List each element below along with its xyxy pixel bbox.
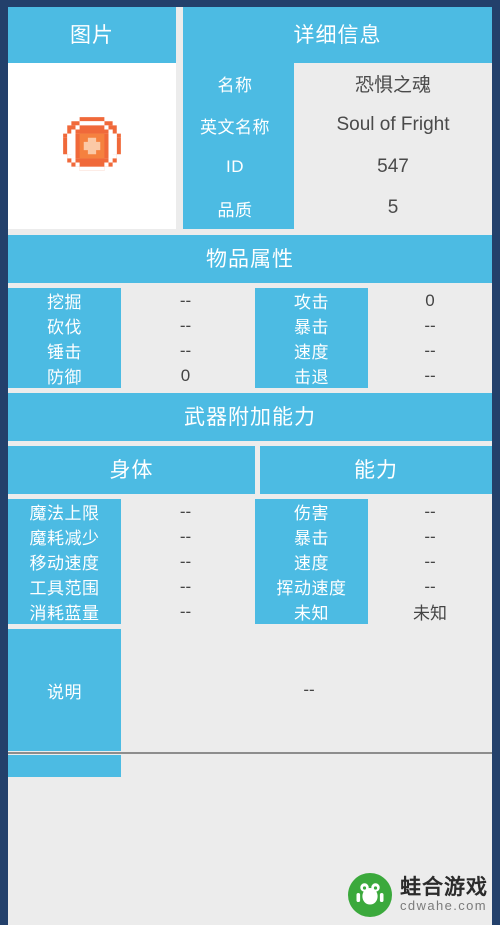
ability-label: 挥动速度 [276,579,347,598]
image-panel: 图片 [8,7,176,229]
next-section-row [8,755,492,777]
next-section-label [8,755,121,777]
attr-value: -- [179,290,192,310]
attr-label: 防御 [47,368,82,387]
detail-value: 恐惧之魂 [354,75,431,97]
frog-glyph [356,883,384,905]
description-row: 说明 -- [8,629,492,751]
attr-value: -- [424,340,436,360]
description-label: 说明 [8,629,121,751]
attr-left-label-column: 挖掘 砍伐 锤击 防御 [8,288,121,388]
watermark-text: 蛙合游戏 cdwahe.com [400,877,488,913]
image-panel-header: 图片 [8,7,176,63]
detail-label-column: 名称 英文名称 ID 品质 [183,63,287,229]
ability-left-label-column: 魔法上限 魔耗减少 移动速度 工具范围 消耗蓝量 [8,499,121,624]
ability-right-label-column: 伤害 暴击 速度 挥动速度 未知 [255,499,368,624]
attr-value: -- [424,315,436,335]
description-value: -- [126,629,492,751]
ability-subheader-body: 身体 [8,446,255,494]
detail-value-column: 恐惧之魂 Soul of Fright 547 5 [294,63,492,229]
detail-label: 品质 [217,200,253,220]
ability-value: -- [424,551,436,571]
detail-rows: 名称 英文名称 ID 品质 恐惧之魂 Soul of Fright 547 5 [183,63,492,229]
attr-right-label-column: 攻击 暴击 速度 击退 [255,288,368,388]
attr-value: -- [424,365,436,385]
detail-value: 5 [387,197,399,219]
watermark: 蛙合游戏 cdwahe.com [348,873,488,917]
item-detail-page: 图片 详细信息 名称 英文名称 ID 品质 恐惧之魂 Soul of Frigh… [8,7,492,925]
attr-right-value-column: 0 -- -- -- [368,288,492,388]
item-image-box [8,63,176,229]
attr-label: 暴击 [294,318,329,337]
attr-label: 攻击 [294,293,329,312]
weapon-ability-table: 魔法上限 魔耗减少 移动速度 工具范围 消耗蓝量 -- -- -- -- -- … [8,499,492,624]
attr-label: 砍伐 [47,318,82,337]
weapon-ability-header: 武器附加能力 [8,393,492,441]
attr-label: 击退 [294,368,329,387]
ability-label: 伤害 [294,504,329,523]
watermark-title: 蛙合游戏 [400,876,488,900]
attr-label: 挖掘 [47,293,82,312]
attr-value: -- [179,315,192,335]
detail-panel: 详细信息 名称 英文名称 ID 品质 恐惧之魂 Soul of Fright 5… [183,7,492,229]
ability-value: -- [179,601,192,621]
attr-value: 0 [180,365,191,385]
ability-value: 未知 [413,604,447,623]
ability-value: -- [424,501,436,521]
detail-value: 547 [377,155,409,177]
ability-value: -- [424,526,436,546]
ability-label: 未知 [294,604,329,623]
ability-label: 消耗蓝量 [29,604,100,623]
attr-label: 锤击 [47,343,82,362]
detail-value: Soul of Fright [336,114,450,136]
app-frame: 图片 详细信息 名称 英文名称 ID 品质 恐惧之魂 Soul of Frigh… [0,0,500,925]
attr-value: 0 [425,290,435,310]
ability-left-value-column: -- -- -- -- -- [121,499,250,624]
attr-left-value-column: -- -- -- 0 [121,288,250,388]
item-attributes-header: 物品属性 [8,235,492,283]
frog-logo-icon [348,873,392,917]
item-attributes-table: 挖掘 砍伐 锤击 防御 -- -- -- 0 攻击 暴击 速度 击退 0 -- … [8,288,492,388]
top-region: 图片 详细信息 名称 英文名称 ID 品质 恐惧之魂 Soul of Frigh… [8,7,492,229]
next-section-value [126,755,492,777]
ability-subheader-row: 身体 能力 [8,446,492,494]
ability-right-value-column: -- -- -- -- 未知 [368,499,492,624]
detail-label: 名称 [217,76,253,96]
ability-label: 移动速度 [29,554,100,573]
ability-value: -- [179,526,192,546]
ability-value: -- [179,576,192,596]
ability-label: 魔耗减少 [29,529,100,548]
detail-label: 英文名称 [200,117,270,137]
ability-label: 暴击 [294,529,329,548]
ability-subheader-ability: 能力 [260,446,492,494]
soul-of-fright-sprite [59,113,125,179]
bottom-divider [8,752,492,754]
detail-label: ID [226,156,244,176]
detail-panel-header: 详细信息 [183,7,492,63]
ability-value: -- [179,501,192,521]
ability-label: 工具范围 [29,579,100,598]
watermark-subtitle: cdwahe.com [400,898,487,914]
ability-label: 速度 [294,554,329,573]
ability-value: -- [424,576,436,596]
ability-value: -- [179,551,192,571]
ability-label: 魔法上限 [29,504,100,523]
attr-value: -- [179,340,192,360]
attr-label: 速度 [294,343,329,362]
